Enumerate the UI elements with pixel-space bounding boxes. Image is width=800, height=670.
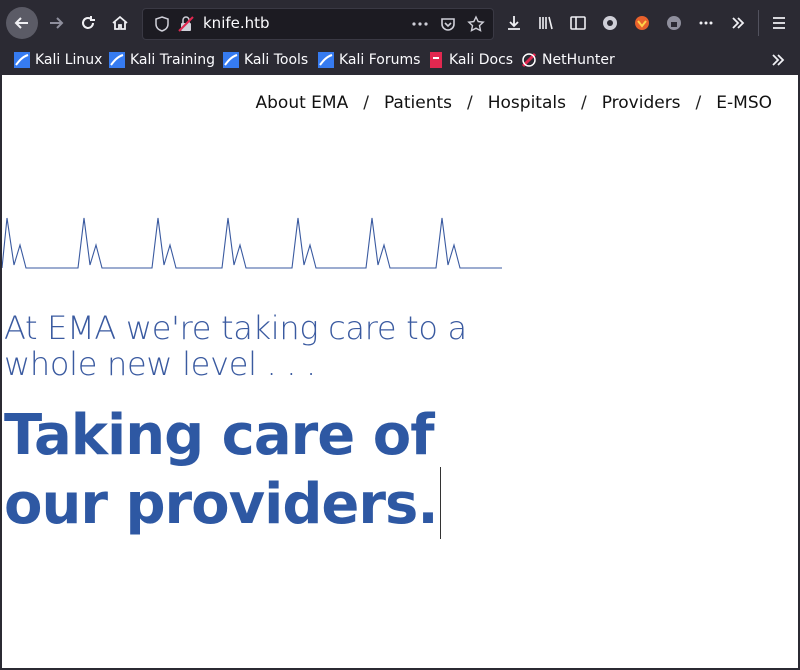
kali-icon [318,52,334,68]
browser-toolbar: knife.htb [0,0,800,46]
extension-button[interactable] [594,7,626,39]
address-bar[interactable]: knife.htb [142,8,494,40]
toolbar-divider [758,10,759,36]
forward-arrow-icon [50,17,64,29]
nav-separator: / [363,93,369,113]
dots-icon [699,21,713,25]
bookmarks-overflow-button[interactable] [762,44,794,76]
overflow-button[interactable] [722,7,754,39]
page-actions-icon[interactable] [411,15,429,33]
shield-icon[interactable] [153,15,171,33]
bookmark-item[interactable]: Kali Linux [14,50,102,70]
wappalyzer-button[interactable] [690,7,722,39]
bookmark-item[interactable]: Kali Training [109,50,215,70]
library-button[interactable] [530,7,562,39]
home-button[interactable] [104,7,136,39]
nav-providers[interactable]: Providers [602,93,681,113]
bookmark-label: Kali Forums [339,52,421,68]
kali-docs-icon [428,52,444,68]
heartbeat-line-graphic [2,217,502,269]
bookmark-label: NetHunter [542,52,615,68]
nav-about-ema[interactable]: About EMA [256,93,349,113]
extension-lock-button[interactable] [658,7,690,39]
hero-tagline: At EMA we're taking care to a whole new … [4,309,467,383]
kali-icon [14,52,30,68]
lock-circle-icon [667,16,681,30]
kali-icon [109,52,125,68]
back-arrow-icon [14,17,28,29]
web-page: About EMA / Patients / Hospitals / Provi… [2,75,798,668]
nav-separator: / [695,93,702,113]
bookmarks-bar: Kali Linux Kali Training Kali Tools Kali… [0,46,800,74]
pocket-icon[interactable] [439,15,457,33]
kali-icon [223,52,239,68]
home-icon [112,15,128,30]
extension-circle-icon [603,16,617,30]
nav-e-mso[interactable]: E-MSO [716,93,772,113]
forward-button[interactable] [40,7,72,39]
fox-icon [635,16,649,30]
bookmark-star-icon[interactable] [467,15,485,33]
downloads-button[interactable] [498,7,530,39]
bookmark-item[interactable]: Kali Docs [428,50,513,70]
headline-line-2: our providers. [4,472,439,537]
nav-separator: / [467,93,473,113]
bookmark-item[interactable]: NetHunter [521,50,615,70]
bookmark-item[interactable]: Kali Tools [223,50,308,70]
sidebar-icon [570,16,586,30]
bookmark-label: Kali Training [130,52,215,68]
chevron-double-right-icon [772,54,785,66]
menu-button[interactable] [763,7,795,39]
insecure-lock-icon[interactable] [177,15,195,33]
nethunter-icon [521,52,537,68]
nav-hospitals[interactable]: Hospitals [488,93,566,113]
site-nav: About EMA / Patients / Hospitals / Provi… [256,93,773,113]
sidebar-button[interactable] [562,7,594,39]
library-icon [539,16,553,30]
hero-headline: Taking care of our providers. [4,405,524,539]
url-text[interactable]: knife.htb [203,14,270,32]
bookmark-label: Kali Tools [244,52,309,68]
bookmark-label: Kali Docs [449,52,514,68]
chevron-double-right-icon [732,17,745,29]
bookmark-label: Kali Linux [35,52,103,68]
back-button[interactable] [6,7,38,39]
bookmark-item[interactable]: Kali Forums [318,50,420,70]
nav-patients[interactable]: Patients [384,93,452,113]
reload-button[interactable] [72,7,104,39]
download-icon [508,16,520,30]
foxyproxy-button[interactable] [626,7,658,39]
hamburger-icon [773,17,785,29]
headline-line-1: Taking care of [4,403,435,468]
text-cursor [439,467,441,539]
nav-separator: / [580,93,587,113]
reload-icon [82,16,95,29]
